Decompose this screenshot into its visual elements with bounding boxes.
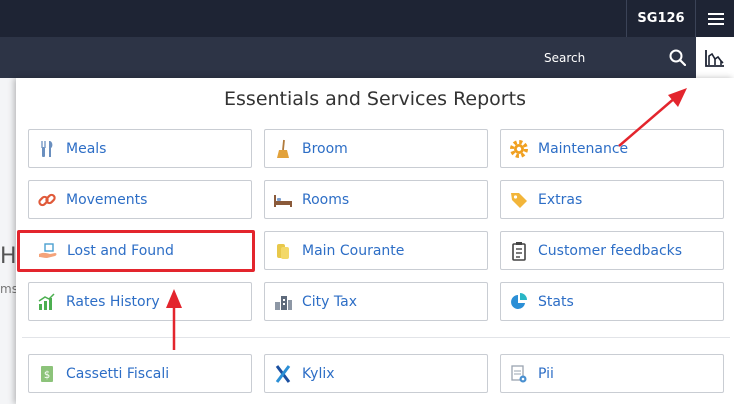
- arrow-to-reports-button: [618, 88, 687, 147]
- arrow-to-lost-and-found: [166, 289, 182, 350]
- annotation-arrows: [166, 88, 687, 350]
